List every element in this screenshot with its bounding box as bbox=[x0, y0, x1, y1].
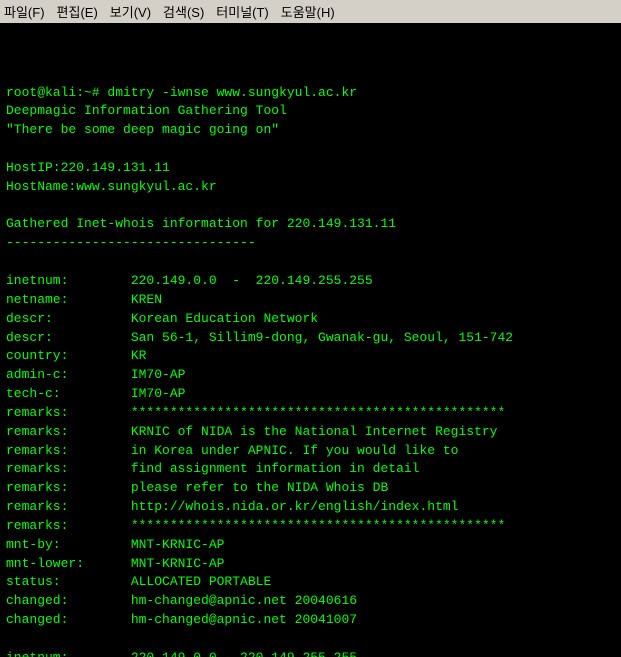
menu-item[interactable]: 검색(S) bbox=[163, 2, 204, 21]
output-line bbox=[6, 630, 615, 649]
terminal-content[interactable]: root@kali:~# dmitry -iwnse www.sungkyul.… bbox=[0, 23, 621, 657]
output-line: "There be some deep magic going on" bbox=[6, 121, 615, 140]
output-line: remarks: in Korea under APNIC. If you wo… bbox=[6, 442, 615, 461]
menu-item[interactable]: 도움말(H) bbox=[281, 2, 335, 21]
menu-item[interactable]: 보기(V) bbox=[110, 2, 151, 21]
output-line: remarks: KRNIC of NIDA is the National I… bbox=[6, 423, 615, 442]
output-line: netname: KREN bbox=[6, 291, 615, 310]
menu-item[interactable]: 파일(F) bbox=[4, 2, 45, 21]
output-line: descr: Korean Education Network bbox=[6, 310, 615, 329]
output-line: mnt-lower: MNT-KRNIC-AP bbox=[6, 555, 615, 574]
terminal-window: 파일(F) 편집(E) 보기(V) 검색(S) 터미널(T) 도움말(H) root@ka… bbox=[0, 0, 621, 657]
output-line: HostName:www.sungkyul.ac.kr bbox=[6, 178, 615, 197]
output-line bbox=[6, 197, 615, 216]
output-line: mnt-by: MNT-KRNIC-AP bbox=[6, 536, 615, 555]
output-line: status: ALLOCATED PORTABLE bbox=[6, 573, 615, 592]
output-line: remarks: *******************************… bbox=[6, 517, 615, 536]
output-line: changed: hm-changed@apnic.net 20040616 bbox=[6, 592, 615, 611]
output-line: Deepmagic Information Gathering Tool bbox=[6, 102, 615, 121]
output-line: remarks: http://whois.nida.or.kr/english… bbox=[6, 498, 615, 517]
menu-item[interactable]: 편집(E) bbox=[57, 2, 98, 21]
output-line: HostIP:220.149.131.11 bbox=[6, 159, 615, 178]
output-line: descr: San 56-1, Sillim9-dong, Gwanak-gu… bbox=[6, 329, 615, 348]
output-line: inetnum: 220.149.0.0 - 220.149.255.255 bbox=[6, 272, 615, 291]
output-line: -------------------------------- bbox=[6, 234, 615, 253]
output-line: Gathered Inet-whois information for 220.… bbox=[6, 215, 615, 234]
output-line: admin-c: IM70-AP bbox=[6, 366, 615, 385]
menu-bar[interactable]: 파일(F) 편집(E) 보기(V) 검색(S) 터미널(T) 도움말(H) bbox=[0, 0, 621, 23]
output-line: remarks: *******************************… bbox=[6, 404, 615, 423]
output-line bbox=[6, 140, 615, 159]
menu-item[interactable]: 터미널(T) bbox=[216, 2, 268, 21]
output-line: inetnum: 220.149.0.0 - 220.149.255.255 bbox=[6, 649, 615, 657]
prompt-line: root@kali:~# dmitry -iwnse www.sungkyul.… bbox=[6, 84, 615, 103]
output-line bbox=[6, 253, 615, 272]
output-line: remarks: please refer to the NIDA Whois … bbox=[6, 479, 615, 498]
output-line: tech-c: IM70-AP bbox=[6, 385, 615, 404]
output-line: changed: hm-changed@apnic.net 20041007 bbox=[6, 611, 615, 630]
output-line: country: KR bbox=[6, 347, 615, 366]
output-line: remarks: find assignment information in … bbox=[6, 460, 615, 479]
